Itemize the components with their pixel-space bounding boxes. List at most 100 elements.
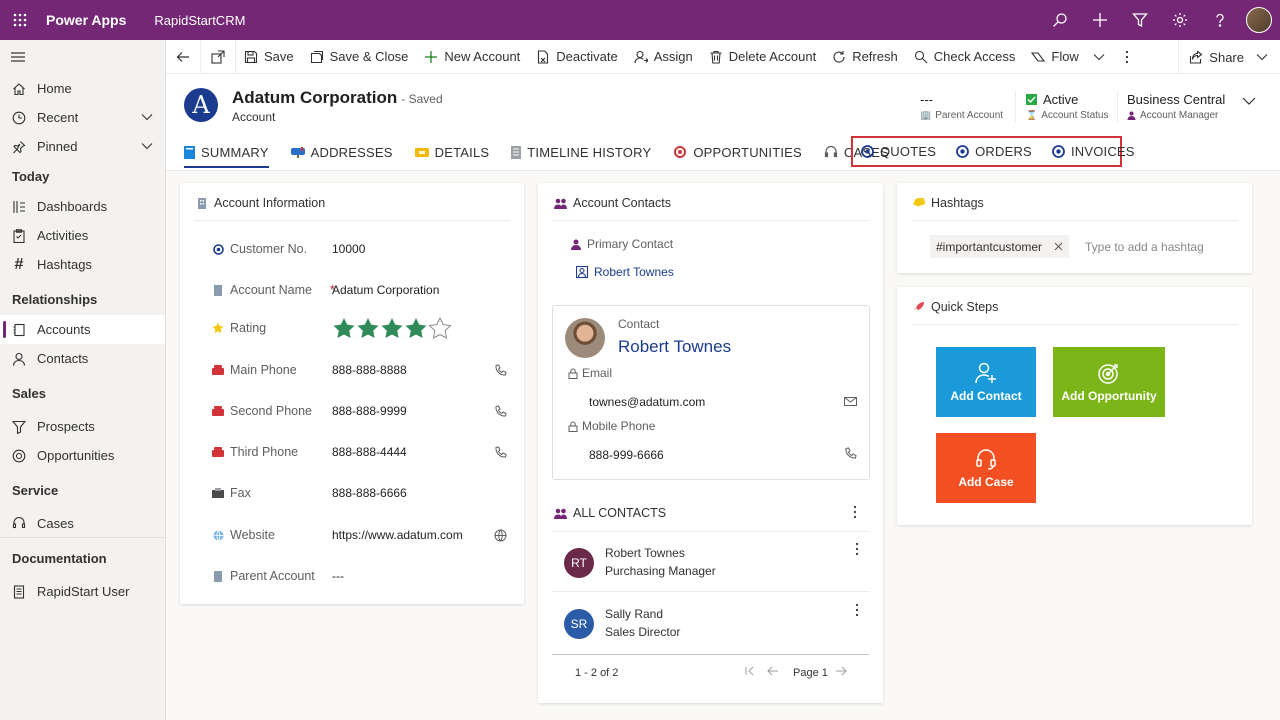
- chevron-down-icon[interactable]: [141, 111, 153, 123]
- sidebar-item-rapidstart-user[interactable]: RapidStart User: [0, 577, 165, 606]
- field-website[interactable]: Website https://www.adatum.com: [212, 522, 508, 548]
- sidebar-item-recent[interactable]: Recent: [0, 103, 165, 132]
- more-options-icon[interactable]: [855, 603, 859, 617]
- help-icon[interactable]: [1200, 0, 1240, 40]
- header-account-status[interactable]: Active ⌛ Account Status: [1026, 92, 1108, 121]
- field-value[interactable]: Adatum Corporation: [332, 283, 508, 297]
- field-value[interactable]: ---: [332, 569, 508, 583]
- list-item-name[interactable]: Robert Townes: [605, 546, 685, 560]
- expand-header-chevron-icon[interactable]: [1242, 94, 1256, 108]
- add-icon[interactable]: [1080, 0, 1120, 40]
- star-filled-icon[interactable]: [356, 317, 380, 339]
- sidebar-item-pinned[interactable]: Pinned: [0, 132, 165, 161]
- field-third-phone[interactable]: Third Phone 888-888-4444: [212, 439, 508, 465]
- tab-orders[interactable]: ORDERS: [956, 136, 1032, 168]
- hashtag-input[interactable]: Type to add a hashtag: [1085, 240, 1204, 254]
- field-second-phone[interactable]: Second Phone 888-888-9999: [212, 398, 508, 424]
- star-empty-icon[interactable]: [428, 317, 452, 339]
- save-close-button[interactable]: Save & Close: [302, 40, 417, 74]
- save-button[interactable]: Save: [236, 40, 302, 74]
- sidebar-item-cases[interactable]: Cases: [0, 509, 165, 538]
- add-case-tile[interactable]: Add Case: [936, 433, 1036, 503]
- rating-stars[interactable]: [332, 317, 508, 339]
- new-account-button[interactable]: New Account: [416, 40, 528, 74]
- field-value[interactable]: 888-888-9999: [332, 404, 492, 418]
- header-account-manager[interactable]: Business Central Account Manager: [1127, 92, 1225, 121]
- tab-quotes[interactable]: QUOTES: [861, 136, 936, 168]
- add-opportunity-tile[interactable]: Add Opportunity: [1053, 347, 1165, 417]
- assign-button[interactable]: Assign: [626, 40, 701, 74]
- field-account-name[interactable]: Account Name * Adatum Corporation: [212, 277, 508, 303]
- sidebar-item-activities[interactable]: Activities: [0, 221, 165, 250]
- close-icon[interactable]: [1054, 242, 1063, 251]
- next-page-icon[interactable]: [835, 666, 847, 676]
- field-value[interactable]: 888-888-6666: [332, 486, 508, 500]
- field-customer-no[interactable]: Customer No. 10000: [212, 236, 508, 262]
- field-value[interactable]: https://www.adatum.com: [332, 528, 492, 542]
- star-filled-icon[interactable]: [332, 317, 356, 339]
- more-commands-icon[interactable]: [1113, 40, 1141, 74]
- star-filled-icon[interactable]: [404, 317, 428, 339]
- filter-icon[interactable]: [1120, 0, 1160, 40]
- sidebar-item-contacts[interactable]: Contacts: [0, 344, 165, 373]
- tab-addresses[interactable]: ADDRESSES: [290, 136, 393, 168]
- previous-page-icon[interactable]: [767, 666, 779, 676]
- tab-summary[interactable]: SUMMARY: [184, 136, 269, 168]
- sidebar-item-dashboards[interactable]: Dashboards: [0, 192, 165, 221]
- back-button[interactable]: [166, 40, 200, 74]
- settings-gear-icon[interactable]: [1160, 0, 1200, 40]
- phone-call-icon[interactable]: [492, 363, 508, 377]
- open-new-window-button[interactable]: [201, 40, 235, 74]
- list-item[interactable]: SR Sally Rand Sales Director: [552, 593, 869, 655]
- field-main-phone[interactable]: Main Phone 888-888-8888: [212, 357, 508, 383]
- email-value[interactable]: townes@adatum.com: [589, 395, 705, 409]
- list-item-name[interactable]: Sally Rand: [605, 607, 663, 621]
- field-value[interactable]: 888-888-4444: [332, 445, 492, 459]
- list-item[interactable]: RT Robert Townes Purchasing Manager: [552, 532, 869, 592]
- first-page-icon[interactable]: [745, 666, 755, 676]
- field-parent-account[interactable]: Parent Account ---: [212, 563, 508, 589]
- tab-timeline-history[interactable]: TIMELINE HISTORY: [511, 136, 651, 168]
- phone-call-icon[interactable]: [492, 445, 508, 459]
- account-manager-link[interactable]: Business Central: [1127, 92, 1225, 107]
- delete-account-button[interactable]: Delete Account: [701, 40, 824, 74]
- sidebar-item-accounts[interactable]: Accounts: [0, 315, 165, 344]
- field-fax[interactable]: Fax 888-888-6666: [212, 480, 508, 506]
- refresh-button[interactable]: Refresh: [824, 40, 906, 74]
- sidebar-item-opportunities[interactable]: Opportunities: [0, 441, 165, 470]
- field-rating[interactable]: Rating: [212, 315, 508, 341]
- user-avatar[interactable]: [1246, 7, 1272, 33]
- check-access-button[interactable]: Check Access: [906, 40, 1024, 74]
- mobile-phone-value[interactable]: 888-999-6666: [589, 448, 664, 462]
- search-icon[interactable]: [1040, 0, 1080, 40]
- more-options-icon[interactable]: [853, 505, 857, 519]
- contact-caption: Contact: [618, 317, 660, 331]
- hashtag-chip[interactable]: #importantcustomer: [930, 235, 1070, 258]
- field-value[interactable]: 10000: [332, 242, 508, 256]
- sidebar-item-hashtags[interactable]: # Hashtags: [0, 250, 165, 279]
- add-contact-tile[interactable]: Add Contact: [936, 347, 1036, 417]
- sidebar-item-home[interactable]: Home: [0, 74, 165, 103]
- chevron-down-icon[interactable]: [141, 140, 153, 152]
- share-button[interactable]: Share: [1178, 40, 1280, 74]
- tab-details[interactable]: DETAILS: [414, 136, 490, 168]
- star-filled-icon[interactable]: [380, 317, 404, 339]
- flow-button[interactable]: Flow: [1023, 40, 1112, 74]
- app-name[interactable]: RapidStartCRM: [154, 13, 245, 28]
- header-parent-account[interactable]: --- 🏢 Parent Account: [920, 92, 1003, 121]
- more-options-icon[interactable]: [855, 542, 859, 556]
- globe-link-icon[interactable]: [492, 529, 508, 542]
- sidebar-item-prospects[interactable]: Prospects: [0, 412, 165, 441]
- tab-invoices[interactable]: INVOICES: [1052, 136, 1135, 168]
- send-email-icon[interactable]: [844, 396, 857, 407]
- app-launcher-icon[interactable]: [0, 0, 40, 40]
- primary-contact-link[interactable]: Robert Townes: [576, 265, 674, 279]
- tab-opportunities[interactable]: OPPORTUNITIES: [673, 136, 802, 168]
- hamburger-menu-icon[interactable]: [0, 40, 165, 74]
- field-value[interactable]: 888-888-8888: [332, 363, 492, 377]
- brand-name[interactable]: Power Apps: [46, 12, 126, 28]
- contact-name[interactable]: Robert Townes: [618, 337, 731, 357]
- deactivate-button[interactable]: Deactivate: [528, 40, 625, 74]
- phone-call-icon[interactable]: [492, 404, 508, 418]
- phone-call-icon[interactable]: [844, 447, 857, 460]
